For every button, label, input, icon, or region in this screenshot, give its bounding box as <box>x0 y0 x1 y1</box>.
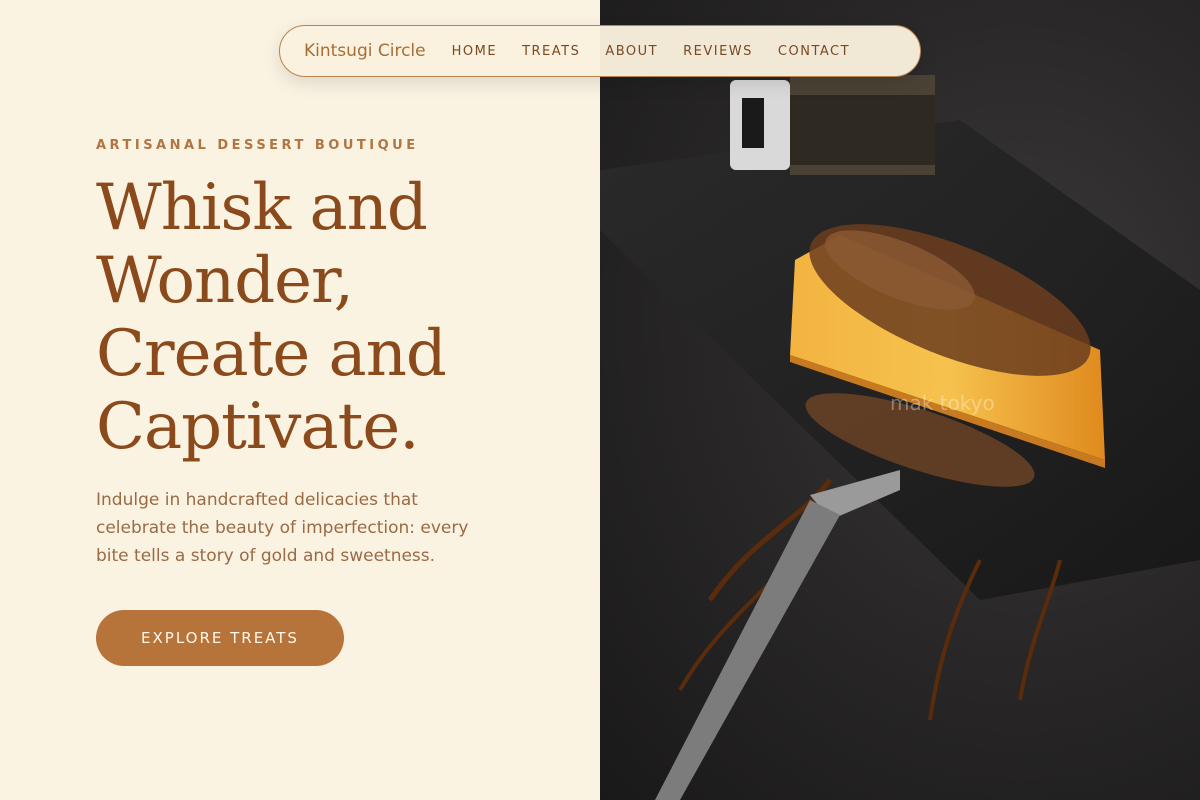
explore-treats-button[interactable]: EXPLORE TREATS <box>96 610 344 666</box>
hero-text-panel: ARTISANAL DESSERT BOUTIQUE Whisk and Won… <box>0 0 600 800</box>
headline-line: Captivate. <box>96 390 420 464</box>
brand-logo[interactable]: Kintsugi Circle <box>304 41 426 61</box>
cheesecake-photo: mak tokyo <box>600 75 1200 800</box>
hero-headline: Whisk and Wonder, Create and Captivate. <box>96 172 556 464</box>
nav-link-home[interactable]: HOME <box>452 44 497 59</box>
hero-description: Indulge in handcrafted delicacies that c… <box>96 490 469 566</box>
nav-link-treats[interactable]: TREATS <box>522 44 580 59</box>
hero-eyebrow: ARTISANAL DESSERT BOUTIQUE <box>96 138 419 153</box>
nav-links: HOME TREATS ABOUT REVIEWS CONTACT <box>452 44 850 59</box>
photo-watermark: mak tokyo <box>890 391 995 415</box>
headline-line: Create and <box>96 317 447 391</box>
nav-link-about[interactable]: ABOUT <box>605 44 658 59</box>
headline-line: Whisk and <box>96 171 428 245</box>
headline-line: Wonder, <box>96 244 354 318</box>
top-navigation: Kintsugi Circle HOME TREATS ABOUT REVIEW… <box>279 25 921 77</box>
nav-link-reviews[interactable]: REVIEWS <box>683 44 753 59</box>
nav-link-contact[interactable]: CONTACT <box>778 44 850 59</box>
hero-image: mak tokyo <box>600 0 1200 800</box>
